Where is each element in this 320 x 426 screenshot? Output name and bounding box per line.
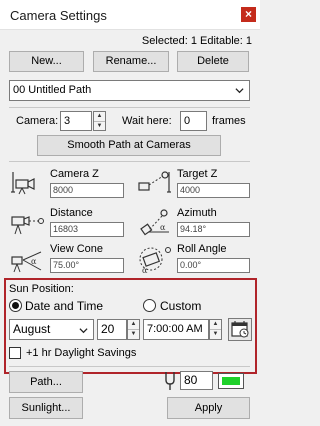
camera-index-field[interactable]: 3 [60,111,92,131]
svg-text:α: α [31,257,37,266]
date-time-label: Date and Time [25,299,104,313]
separator [9,161,250,162]
stepper-down-icon[interactable]: ▼ [94,121,105,130]
distance-field[interactable]: 16803 [50,222,124,237]
view-cone-field[interactable]: 75.00° [50,258,124,273]
stepper-down-icon[interactable]: ▼ [128,329,139,338]
month-value: August [13,322,51,336]
path-button[interactable]: Path... [9,371,83,393]
azimuth-icon: α [139,208,173,236]
view-cone-label: View Cone [50,243,103,255]
distance-label: Distance [50,207,93,219]
camera-z-label: Camera Z [50,168,99,180]
camera-index-stepper[interactable]: ▲ ▼ [93,111,106,131]
roll-angle-icon: α [139,246,173,274]
stepper-up-icon[interactable]: ▲ [128,320,139,329]
path-select-value: 00 Untitled Path [13,84,92,96]
title-bar: Camera Settings × [0,0,260,30]
close-button[interactable]: × [241,7,256,22]
azimuth-field[interactable]: 94.18° [177,222,250,237]
new-button[interactable]: New... [9,51,84,72]
stepper-up-icon[interactable]: ▲ [94,112,105,121]
sun-position-title: Sun Position: [9,283,74,295]
stepper-up-icon[interactable]: ▲ [210,320,221,329]
time-field[interactable]: 7:00:00 AM [143,319,209,340]
target-z-icon [137,170,171,196]
rename-button[interactable]: Rename... [93,51,169,72]
day-stepper[interactable]: ▲ ▼ [127,319,140,340]
camera-z-field[interactable]: 8000 [50,183,124,198]
calendar-button[interactable] [228,318,252,341]
roll-angle-field[interactable]: 0.00° [177,258,250,273]
tuning-fork-icon [163,371,177,391]
custom-radio[interactable] [143,299,156,312]
separator [9,107,250,108]
month-select[interactable]: August [9,319,94,340]
svg-text:α: α [142,266,148,274]
roll-angle-label: Roll Angle [177,243,227,255]
daylight-savings-label: +1 hr Daylight Savings [26,347,137,359]
path-select[interactable]: 00 Untitled Path [9,80,250,101]
toggle-switch[interactable] [218,373,244,389]
stepper-down-icon[interactable]: ▼ [210,329,221,338]
frame-count-field[interactable]: 80 [180,371,213,390]
delete-button[interactable]: Delete [177,51,249,72]
view-cone-icon: α [10,248,44,276]
calendar-icon [231,321,249,338]
toggle-indicator [222,377,240,385]
custom-label: Custom [160,299,202,313]
selection-status: Selected: 1 Editable: 1 [141,35,252,47]
apply-button[interactable]: Apply [167,397,250,419]
camera-label: Camera: [16,115,59,127]
sunlight-button[interactable]: Sunlight... [9,397,83,419]
day-field[interactable]: 20 [97,319,127,340]
smooth-path-button[interactable]: Smooth Path at Cameras [37,135,221,156]
chevron-down-icon [235,88,244,94]
separator [9,366,250,367]
wait-label: Wait here: [122,115,172,127]
time-stepper[interactable]: ▲ ▼ [209,319,222,340]
target-z-field[interactable]: 4000 [177,183,250,198]
frames-label: frames [212,115,246,127]
wait-field[interactable]: 0 [180,111,207,131]
target-z-label: Target Z [177,168,218,180]
daylight-savings-checkbox[interactable] [9,347,21,359]
camera-z-icon [10,170,42,196]
svg-text:α: α [160,223,166,232]
distance-icon [10,212,44,238]
chevron-down-icon [79,328,88,334]
azimuth-label: Azimuth [177,207,217,219]
window-title: Camera Settings [10,8,107,23]
date-time-radio[interactable] [9,299,22,312]
